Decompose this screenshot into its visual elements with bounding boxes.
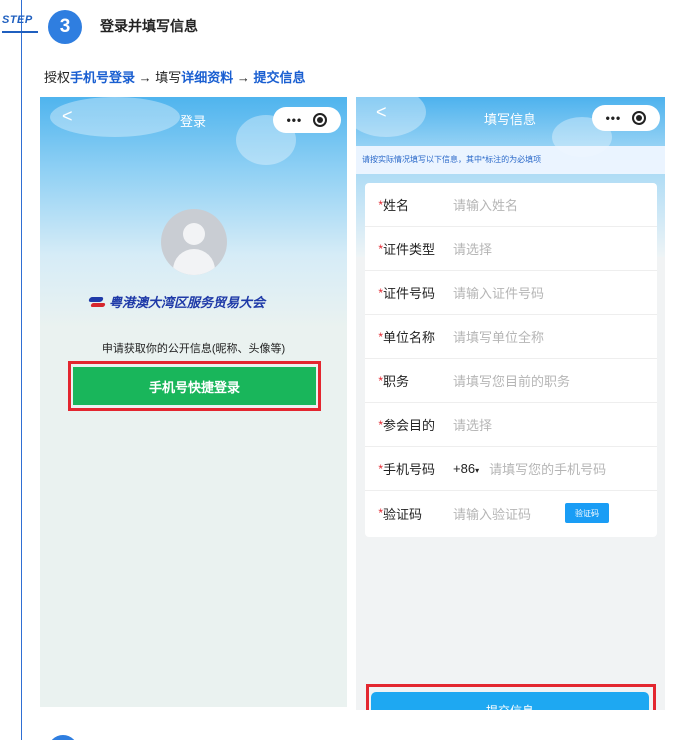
timeline-line bbox=[21, 0, 22, 740]
required-mark: * bbox=[378, 197, 383, 212]
step-number-badge: 3 bbox=[48, 10, 82, 44]
more-icon[interactable]: ••• bbox=[606, 111, 622, 125]
position-input[interactable]: 请填写您目前的职务 bbox=[453, 371, 570, 390]
id-number-input[interactable]: 请输入证件号码 bbox=[453, 283, 544, 302]
step-underline bbox=[2, 31, 38, 33]
get-verification-code-button[interactable]: 验证码 bbox=[565, 503, 610, 523]
field-row-verification[interactable]: * 验证码 请输入验证码 验证码 bbox=[365, 491, 657, 535]
field-row-position[interactable]: * 职务 请填写您目前的职务 bbox=[365, 359, 657, 403]
more-icon[interactable]: ••• bbox=[287, 113, 303, 127]
field-label: 证件类型 bbox=[383, 242, 436, 257]
required-mark: * bbox=[378, 329, 383, 344]
organization-logo: 粤港澳大湾区服务贸易大会 bbox=[89, 292, 265, 311]
submit-button[interactable]: 提交信息 bbox=[371, 692, 649, 710]
phone-input[interactable]: 请填写您的手机号码 bbox=[489, 459, 606, 478]
back-icon[interactable]: < bbox=[62, 106, 73, 127]
verification-code-input[interactable]: 请输入验证码 bbox=[453, 504, 531, 523]
field-row-name[interactable]: * 姓名 请输入姓名 bbox=[365, 183, 657, 227]
field-label: 参会目的 bbox=[383, 418, 436, 433]
permission-text: 申请获取你的公开信息(昵称、头像等) bbox=[101, 343, 286, 355]
required-mark: * bbox=[378, 285, 383, 300]
login-screen: < 登录 ••• 粤港澳大湾区服务贸易大会 申请获取你的公开信息(昵称、头像等)… bbox=[40, 97, 347, 707]
required-mark: * bbox=[378, 506, 383, 520]
required-mark: * bbox=[378, 241, 383, 256]
field-label: 职务 bbox=[383, 374, 410, 389]
form-nav-title: 填写信息 bbox=[483, 112, 536, 127]
login-nav-title: 登录 bbox=[179, 114, 206, 129]
name-input[interactable]: 请输入姓名 bbox=[453, 195, 518, 214]
step-title: 登录并填写信息 bbox=[100, 18, 198, 34]
field-label: 手机号码 bbox=[383, 462, 436, 477]
form-screen: < 填写信息 ••• 请按实际情况填写以下信息，其中*标注的为必填项 * 姓名 … bbox=[356, 97, 665, 710]
flow-description: 授权手机号登录 → 填写详细资料 → 提交信息 bbox=[44, 67, 306, 86]
purpose-select[interactable]: 请选择 bbox=[453, 415, 492, 434]
chevron-down-icon: ▾ bbox=[475, 466, 480, 475]
form-card: * 姓名 请输入姓名 * 证件类型 请选择 * 证件号码 请输入证件号码 * 单… bbox=[365, 183, 657, 537]
form-notice: 请按实际情况填写以下信息，其中*标注的为必填项 bbox=[356, 146, 665, 174]
logo-mark-icon bbox=[89, 296, 105, 308]
phone-quick-login-button[interactable]: 手机号快捷登录 bbox=[73, 367, 316, 405]
next-step-badge bbox=[48, 735, 78, 740]
flow-highlight-details: 详细资料 bbox=[181, 70, 234, 85]
step-label: STEP bbox=[2, 14, 33, 26]
flow-highlight-login: 手机号登录 bbox=[70, 70, 136, 85]
flow-text-2: → 填写 bbox=[135, 70, 182, 85]
organization-name: 粤港澳大湾区服务贸易大会 bbox=[109, 295, 266, 310]
field-label: 验证码 bbox=[383, 506, 423, 522]
field-row-purpose[interactable]: * 参会目的 请选择 bbox=[365, 403, 657, 447]
country-code: +86 bbox=[453, 461, 476, 476]
required-mark: * bbox=[378, 417, 383, 432]
back-icon[interactable]: < bbox=[376, 102, 387, 123]
field-row-id-number[interactable]: * 证件号码 请输入证件号码 bbox=[365, 271, 657, 315]
required-mark: * bbox=[378, 461, 383, 476]
flow-text-3: → bbox=[233, 70, 254, 85]
miniprogram-capsule[interactable]: ••• bbox=[592, 105, 660, 131]
avatar-shoulders bbox=[173, 249, 215, 275]
flow-highlight-submit: 提交信息 bbox=[253, 70, 306, 85]
field-label: 单位名称 bbox=[383, 330, 436, 345]
flow-text-1: 授权 bbox=[44, 70, 71, 85]
miniprogram-capsule[interactable]: ••• bbox=[273, 107, 341, 133]
id-type-select[interactable]: 请选择 bbox=[453, 239, 492, 258]
company-input[interactable]: 请填写单位全称 bbox=[453, 327, 544, 346]
field-row-company[interactable]: * 单位名称 请填写单位全称 bbox=[365, 315, 657, 359]
close-miniprogram-icon[interactable] bbox=[632, 111, 647, 125]
field-label: 证件号码 bbox=[383, 286, 436, 301]
country-code-select[interactable]: +86▾ bbox=[453, 461, 479, 476]
close-miniprogram-icon[interactable] bbox=[313, 113, 328, 127]
field-label: 姓名 bbox=[383, 198, 410, 213]
avatar bbox=[161, 209, 227, 275]
avatar-head bbox=[183, 223, 205, 245]
required-mark: * bbox=[378, 373, 383, 388]
field-row-id-type[interactable]: * 证件类型 请选择 bbox=[365, 227, 657, 271]
field-row-phone[interactable]: * 手机号码 +86▾ 请填写您的手机号码 bbox=[365, 447, 657, 491]
